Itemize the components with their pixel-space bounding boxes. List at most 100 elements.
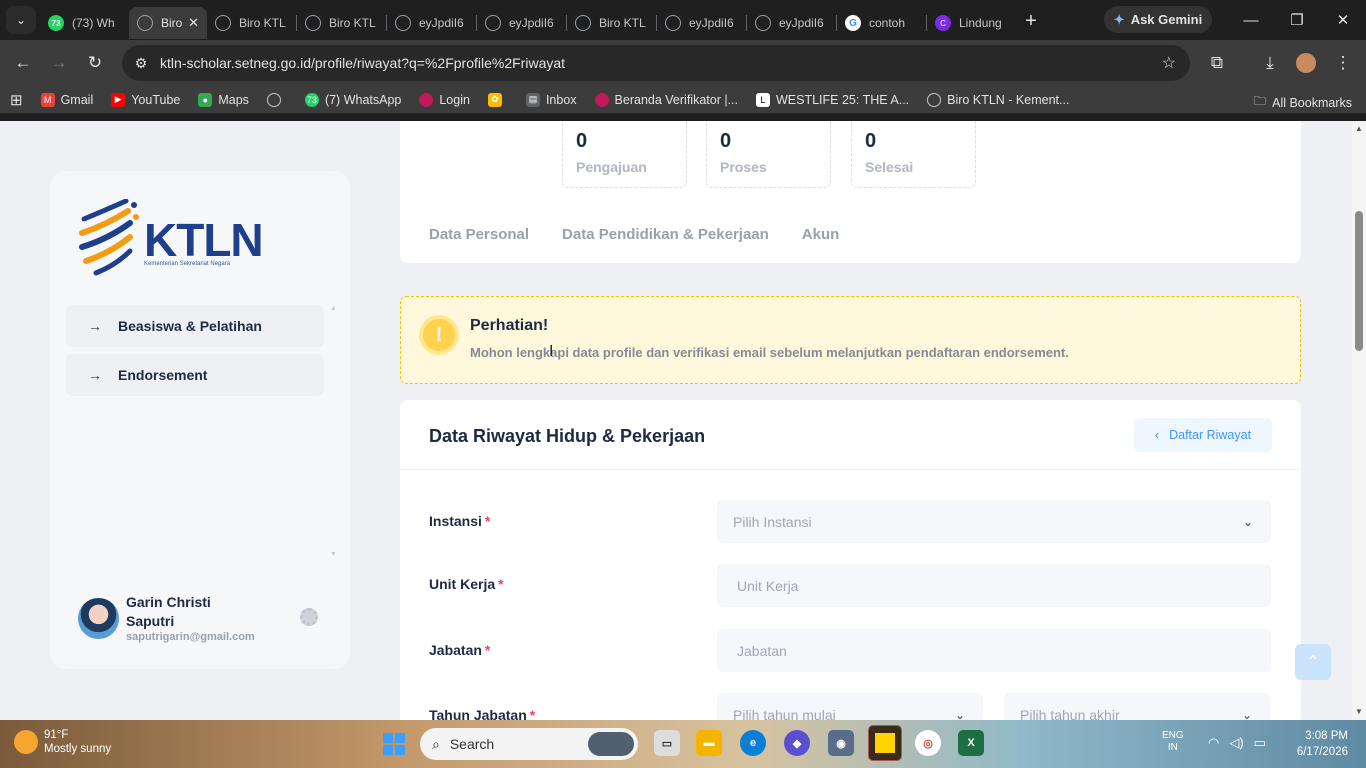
battery-icon[interactable]: ▭ bbox=[1254, 735, 1266, 751]
sidebar-item-endorsement[interactable]: → Endorsement bbox=[66, 354, 324, 396]
minimize-button[interactable]: — bbox=[1228, 0, 1274, 40]
bookmark-gmail[interactable]: M Gmail bbox=[40, 92, 93, 107]
bookmark-inbox[interactable]: ▤ Inbox bbox=[525, 92, 577, 107]
settings-gear-icon[interactable] bbox=[300, 608, 318, 626]
user-name: Garin Christi Saputri bbox=[126, 594, 211, 629]
bookmark-label: Beranda Verifikator |... bbox=[614, 92, 738, 107]
maximize-button[interactable]: ❐ bbox=[1274, 0, 1320, 40]
bookmark-youtube[interactable]: ▶ YouTube bbox=[111, 92, 180, 107]
tab-data-personal[interactable]: Data Personal bbox=[429, 226, 529, 243]
bookmark-biro-ktln[interactable]: Biro KTLN - Kement... bbox=[927, 92, 1069, 107]
ask-gemini-button[interactable]: ✦ Ask Gemini bbox=[1104, 6, 1212, 33]
all-bookmarks-label: All Bookmarks bbox=[1272, 95, 1352, 110]
daftar-riwayat-button[interactable]: ‹ Daftar Riwayat bbox=[1134, 418, 1272, 452]
weather-temp: 91°F bbox=[44, 729, 69, 741]
close-window-button[interactable]: ✕ bbox=[1320, 0, 1366, 40]
canva-icon: C bbox=[935, 15, 951, 31]
language-indicator[interactable]: ENG IN bbox=[1162, 730, 1184, 754]
browser-tab-active[interactable]: Biro ✕ bbox=[129, 7, 207, 39]
tab-title: Biro KTL bbox=[239, 16, 286, 30]
scroll-thumb[interactable] bbox=[1355, 211, 1363, 351]
tab-search-button[interactable]: ⌄ bbox=[6, 6, 36, 34]
tab-akun[interactable]: Akun bbox=[802, 226, 840, 243]
bookmark-verifikator[interactable]: Beranda Verifikator |... bbox=[594, 92, 738, 107]
bookmark-westlife[interactable]: L WESTLIFE 25: THE A... bbox=[756, 92, 910, 107]
scroll-up-arrow-icon[interactable]: ▲ bbox=[1355, 124, 1363, 133]
sidebar-item-beasiswa[interactable]: → Beasiswa & Pelatihan bbox=[66, 305, 324, 347]
bookmark-label: WESTLIFE 25: THE A... bbox=[776, 92, 910, 107]
whatsapp-icon: 73 bbox=[48, 15, 64, 31]
apps-grid-icon[interactable]: ⊞ bbox=[10, 91, 23, 109]
scroll-to-top-button[interactable]: ⌃ bbox=[1295, 644, 1331, 680]
instansi-select[interactable]: Pilih Instansi ⌄ bbox=[717, 500, 1271, 543]
clock[interactable]: 3:08 PM 6/17/2026 bbox=[1290, 728, 1348, 760]
ktln-logo[interactable]: KTLN Kementerian Sekretariat Negara bbox=[78, 198, 264, 279]
all-bookmarks-button[interactable]: 🗀 All Bookmarks bbox=[1254, 92, 1352, 113]
daftar-riwayat-label: Daftar Riwayat bbox=[1169, 428, 1252, 442]
bookmark-star-icon[interactable]: ☆ bbox=[1162, 53, 1176, 73]
tahun-akhir-select[interactable]: Pilih tahun akhir ⌄ bbox=[1004, 693, 1270, 720]
download-icon[interactable]: ⤓ bbox=[1252, 45, 1288, 81]
weather-widget[interactable]: 91°F Mostly sunny bbox=[14, 728, 111, 756]
sticky-notes-icon[interactable] bbox=[868, 725, 902, 761]
browser-tab[interactable]: eyJpdiI6 bbox=[747, 7, 836, 39]
search-icon: ⌕ bbox=[432, 735, 440, 752]
bookmark-maps[interactable]: ● Maps bbox=[198, 92, 249, 107]
tab-title: eyJpdiI6 bbox=[509, 16, 554, 30]
new-tab-button[interactable]: + bbox=[1016, 10, 1046, 33]
edge-icon[interactable]: e bbox=[740, 730, 766, 756]
camera-app-icon[interactable]: ◉ bbox=[828, 730, 854, 756]
bookmark-pinwheel[interactable]: ✿ bbox=[487, 92, 508, 107]
bookmark-label: (7) WhatsApp bbox=[324, 92, 402, 107]
jabatan-input[interactable]: Jabatan bbox=[717, 629, 1271, 672]
address-bar[interactable]: ⚙ ktln-scholar.setneg.go.id/profile/riwa… bbox=[122, 45, 1190, 81]
wifi-icon[interactable]: ◠ bbox=[1208, 735, 1219, 751]
excel-icon[interactable]: X bbox=[958, 730, 984, 756]
bookmark-globe[interactable] bbox=[266, 92, 287, 107]
bookmark-login[interactable]: Login bbox=[419, 92, 470, 107]
arrow-right-icon: → bbox=[88, 367, 102, 383]
close-icon[interactable]: ✕ bbox=[188, 15, 199, 31]
browser-tab[interactable]: Biro KTL bbox=[567, 7, 656, 39]
globe-icon bbox=[395, 15, 411, 31]
browser-tab[interactable]: C Lindung bbox=[927, 7, 1016, 39]
sidebar-scroll-up-icon[interactable]: ▲ bbox=[330, 305, 337, 312]
tab-title: Biro KTL bbox=[599, 16, 646, 30]
url-text[interactable]: ktln-scholar.setneg.go.id/profile/riwaya… bbox=[160, 55, 565, 71]
tab-title: Biro bbox=[161, 16, 183, 30]
more-menu-icon[interactable]: ⋮ bbox=[1325, 45, 1361, 81]
notice-title: Perhatian! bbox=[470, 317, 549, 334]
copilot-icon[interactable]: ◆ bbox=[784, 730, 810, 756]
reload-icon[interactable]: ↻ bbox=[77, 45, 113, 81]
windows-start-icon[interactable] bbox=[383, 733, 405, 755]
volume-icon[interactable]: ◁) bbox=[1229, 735, 1243, 751]
system-tray[interactable]: ◠ ◁) ▭ bbox=[1208, 735, 1266, 751]
avatar[interactable] bbox=[78, 598, 119, 639]
globe-icon bbox=[137, 15, 153, 31]
sidebar-item-label: Endorsement bbox=[118, 367, 208, 383]
page-scrollbar[interactable]: ▲ ▼ bbox=[1352, 121, 1366, 720]
browser-tab[interactable]: eyJpdiI6 bbox=[657, 7, 746, 39]
bookmark-label: Maps bbox=[218, 92, 249, 107]
scroll-down-arrow-icon[interactable]: ▼ bbox=[1355, 707, 1363, 716]
browser-tab[interactable]: Biro KTL bbox=[207, 7, 296, 39]
back-arrow-icon[interactable]: ← bbox=[5, 45, 41, 81]
browser-tab[interactable]: eyJpdiI6 bbox=[387, 7, 476, 39]
browser-tab[interactable]: 73 (73) Wh bbox=[40, 7, 129, 39]
browser-tab[interactable]: Biro KTL bbox=[297, 7, 386, 39]
sidebar-scroll-down-icon[interactable]: ▼ bbox=[330, 551, 337, 558]
chrome-icon[interactable]: ◎ bbox=[915, 730, 941, 756]
profile-avatar[interactable] bbox=[1288, 45, 1324, 81]
unit-kerja-input[interactable]: Unit Kerja bbox=[717, 564, 1271, 607]
file-explorer-icon[interactable]: ▬ bbox=[696, 730, 722, 756]
browser-tab[interactable]: G contoh bbox=[837, 7, 926, 39]
taskbar-search[interactable]: ⌕ Search bbox=[420, 728, 638, 760]
task-view-icon[interactable]: ▭ bbox=[654, 730, 680, 756]
tab-data-pendidikan-pekerjaan[interactable]: Data Pendidikan & Pekerjaan bbox=[562, 226, 769, 243]
browser-tab[interactable]: eyJpdiI6 bbox=[477, 7, 566, 39]
tahun-mulai-select[interactable]: Pilih tahun mulai ⌄ bbox=[717, 693, 983, 720]
forward-arrow-icon[interactable]: → bbox=[41, 45, 77, 81]
bookmark-whatsapp[interactable]: 73 (7) WhatsApp bbox=[304, 92, 402, 107]
site-info-icon[interactable]: ⚙ bbox=[126, 55, 156, 72]
extensions-icon[interactable]: ⧉ bbox=[1199, 45, 1235, 81]
